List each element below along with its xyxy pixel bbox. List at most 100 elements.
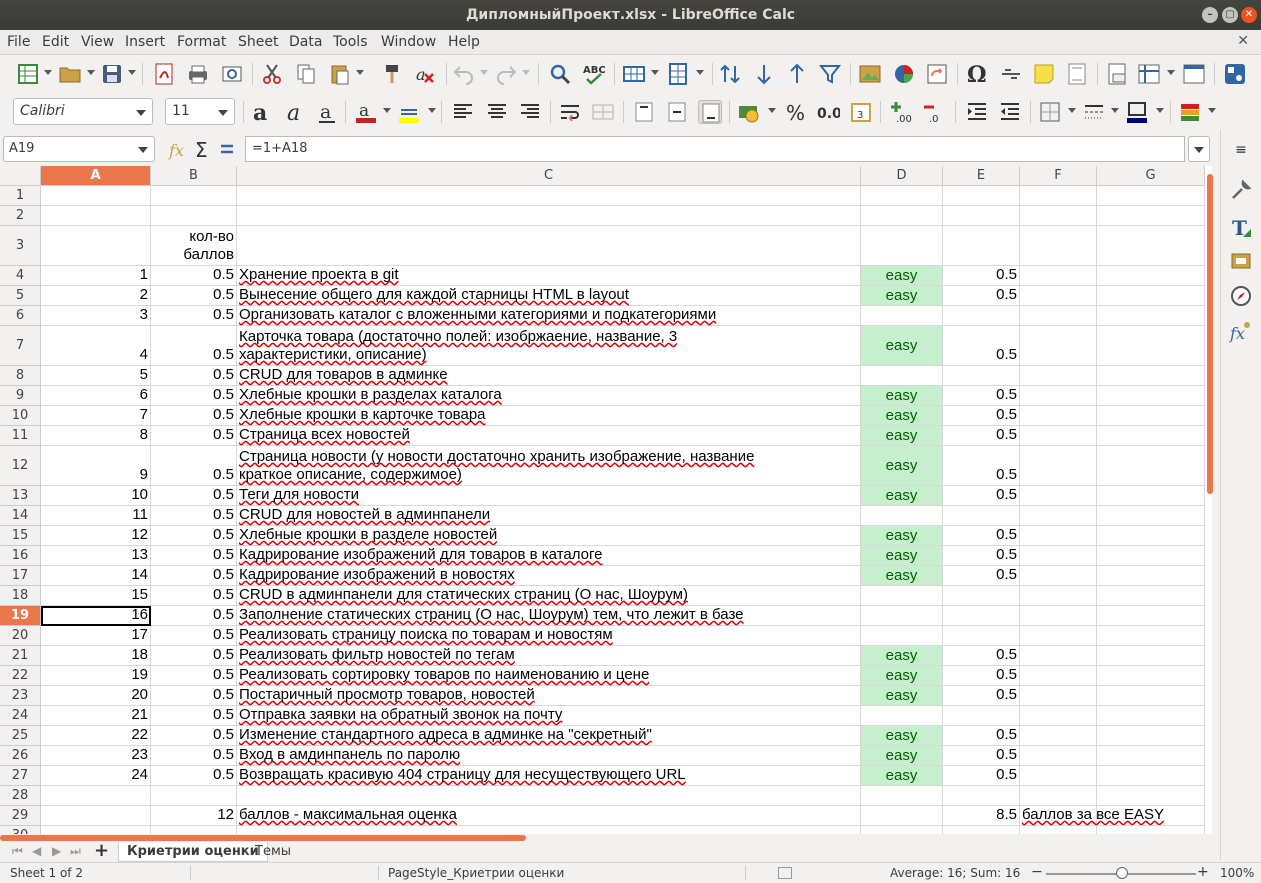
cell-b15[interactable]: 0.5 bbox=[151, 526, 237, 546]
cell-c26[interactable]: Вход в амдинпанель по паролю bbox=[237, 746, 861, 766]
row-header[interactable]: 10 bbox=[0, 406, 41, 426]
autofilter-icon[interactable] bbox=[818, 62, 842, 86]
cell-b25[interactable]: 0.5 bbox=[151, 726, 237, 746]
cell-g7[interactable] bbox=[1097, 326, 1205, 366]
cell-a5[interactable]: 2 bbox=[41, 286, 151, 306]
menu-view[interactable]: View bbox=[81, 34, 114, 50]
cell-b24[interactable]: 0.5 bbox=[151, 706, 237, 726]
pivot-table-icon[interactable] bbox=[925, 62, 949, 86]
name-box[interactable]: A19 bbox=[3, 136, 155, 162]
delete-decimal-place-icon[interactable]: .0 bbox=[923, 100, 947, 125]
align-bottom-icon[interactable] bbox=[698, 100, 722, 124]
cell-f6[interactable] bbox=[1020, 306, 1097, 326]
borders-icon[interactable] bbox=[1038, 100, 1062, 124]
cell-g15[interactable] bbox=[1097, 526, 1205, 546]
row-header[interactable]: 29 bbox=[0, 806, 41, 826]
cell-d16[interactable]: easy bbox=[861, 546, 943, 566]
currency-format-icon[interactable] bbox=[737, 100, 761, 124]
cell-f19[interactable] bbox=[1020, 606, 1097, 626]
date-format-icon[interactable]: 3 bbox=[849, 100, 873, 124]
cell-b16[interactable]: 0.5 bbox=[151, 546, 237, 566]
cell-d8[interactable] bbox=[861, 366, 943, 386]
cell-a8[interactable]: 5 bbox=[41, 366, 151, 386]
freeze-dropdown-icon[interactable] bbox=[1167, 70, 1175, 75]
cell-f24[interactable] bbox=[1020, 706, 1097, 726]
cut-icon[interactable] bbox=[260, 62, 284, 86]
align-top-icon[interactable] bbox=[632, 100, 656, 124]
cell-f4[interactable] bbox=[1020, 266, 1097, 286]
cell-a11[interactable]: 8 bbox=[41, 426, 151, 446]
cell-a4[interactable]: 1 bbox=[41, 266, 151, 286]
cell-b3[interactable]: кол-во баллов bbox=[151, 226, 237, 266]
cell-e4[interactable]: 0.5 bbox=[943, 266, 1020, 286]
menu-tools[interactable]: Tools bbox=[333, 34, 368, 50]
cell-d18[interactable] bbox=[861, 586, 943, 606]
cell-g12[interactable] bbox=[1097, 446, 1205, 486]
cell-e13[interactable]: 0.5 bbox=[943, 486, 1020, 506]
cell-b23[interactable]: 0.5 bbox=[151, 686, 237, 706]
cell-e21[interactable]: 0.5 bbox=[943, 646, 1020, 666]
tab-themes[interactable]: Темы bbox=[247, 842, 299, 862]
cell-d13[interactable]: easy bbox=[861, 486, 943, 506]
row-header[interactable]: 17 bbox=[0, 566, 41, 586]
cell-a25[interactable]: 22 bbox=[41, 726, 151, 746]
cell-c30[interactable] bbox=[237, 826, 861, 834]
cell-d1[interactable] bbox=[861, 186, 943, 206]
align-right-icon[interactable] bbox=[518, 100, 542, 124]
cell-a18[interactable]: 15 bbox=[41, 586, 151, 606]
cell-e20[interactable] bbox=[943, 626, 1020, 646]
row-header[interactable]: 21 bbox=[0, 646, 41, 666]
maximize-icon[interactable]: ▢ bbox=[1222, 7, 1238, 23]
cell-b20[interactable]: 0.5 bbox=[151, 626, 237, 646]
cell-e5[interactable]: 0.5 bbox=[943, 286, 1020, 306]
zoom-out-icon[interactable]: − bbox=[1031, 862, 1043, 882]
cell-g30[interactable] bbox=[1097, 826, 1205, 834]
redo-dropdown-icon[interactable] bbox=[522, 70, 530, 75]
cell-e14[interactable] bbox=[943, 506, 1020, 526]
cell-e16[interactable]: 0.5 bbox=[943, 546, 1020, 566]
cell-e3[interactable] bbox=[943, 226, 1020, 266]
cell-e22[interactable]: 0.5 bbox=[943, 666, 1020, 686]
cell-c28[interactable] bbox=[237, 786, 861, 806]
italic-icon[interactable]: a bbox=[282, 100, 306, 126]
border-color-icon[interactable] bbox=[1125, 100, 1149, 124]
show-draw-functions-icon[interactable] bbox=[1223, 62, 1247, 86]
cell-g25[interactable] bbox=[1097, 726, 1205, 746]
cell-f9[interactable] bbox=[1020, 386, 1097, 406]
menu-window[interactable]: Window bbox=[381, 34, 436, 50]
row-header[interactable]: 5 bbox=[0, 286, 41, 306]
cell-a17[interactable]: 14 bbox=[41, 566, 151, 586]
align-left-icon[interactable] bbox=[451, 100, 475, 124]
column-header-a[interactable]: A bbox=[41, 166, 151, 186]
cell-e27[interactable]: 0.5 bbox=[943, 766, 1020, 786]
insert-chart-icon[interactable] bbox=[892, 62, 916, 86]
cell-b8[interactable]: 0.5 bbox=[151, 366, 237, 386]
conditional-dropdown-icon[interactable] bbox=[1208, 108, 1216, 113]
add-sheet-icon[interactable]: + bbox=[94, 840, 109, 861]
cell-f17[interactable] bbox=[1020, 566, 1097, 586]
row-header[interactable]: 18 bbox=[0, 586, 41, 606]
cell-d10[interactable]: easy bbox=[861, 406, 943, 426]
cell-d14[interactable] bbox=[861, 506, 943, 526]
cell-e2[interactable] bbox=[943, 206, 1020, 226]
cell-g27[interactable] bbox=[1097, 766, 1205, 786]
cell-b26[interactable]: 0.5 bbox=[151, 746, 237, 766]
cell-f21[interactable] bbox=[1020, 646, 1097, 666]
cell-g6[interactable] bbox=[1097, 306, 1205, 326]
cell-c7[interactable]: Карточка товара (достаточно полей: изобр… bbox=[237, 326, 861, 366]
formula-input[interactable]: =1+A18 bbox=[245, 136, 1185, 162]
cell-e12[interactable]: 0.5 bbox=[943, 446, 1020, 486]
cell-f20[interactable] bbox=[1020, 626, 1097, 646]
expand-formula-bar-button[interactable] bbox=[1188, 136, 1210, 162]
cell-c11[interactable]: Страница всех новостей bbox=[237, 426, 861, 446]
cell-f13[interactable] bbox=[1020, 486, 1097, 506]
cell-d28[interactable] bbox=[861, 786, 943, 806]
gallery-icon[interactable] bbox=[1229, 248, 1253, 272]
cell-e15[interactable]: 0.5 bbox=[943, 526, 1020, 546]
cell-g16[interactable] bbox=[1097, 546, 1205, 566]
cell-d5[interactable]: easy bbox=[861, 286, 943, 306]
cell-e9[interactable]: 0.5 bbox=[943, 386, 1020, 406]
align-middle-icon[interactable] bbox=[665, 100, 689, 124]
new-spreadsheet-icon[interactable] bbox=[16, 62, 40, 86]
cell-g8[interactable] bbox=[1097, 366, 1205, 386]
